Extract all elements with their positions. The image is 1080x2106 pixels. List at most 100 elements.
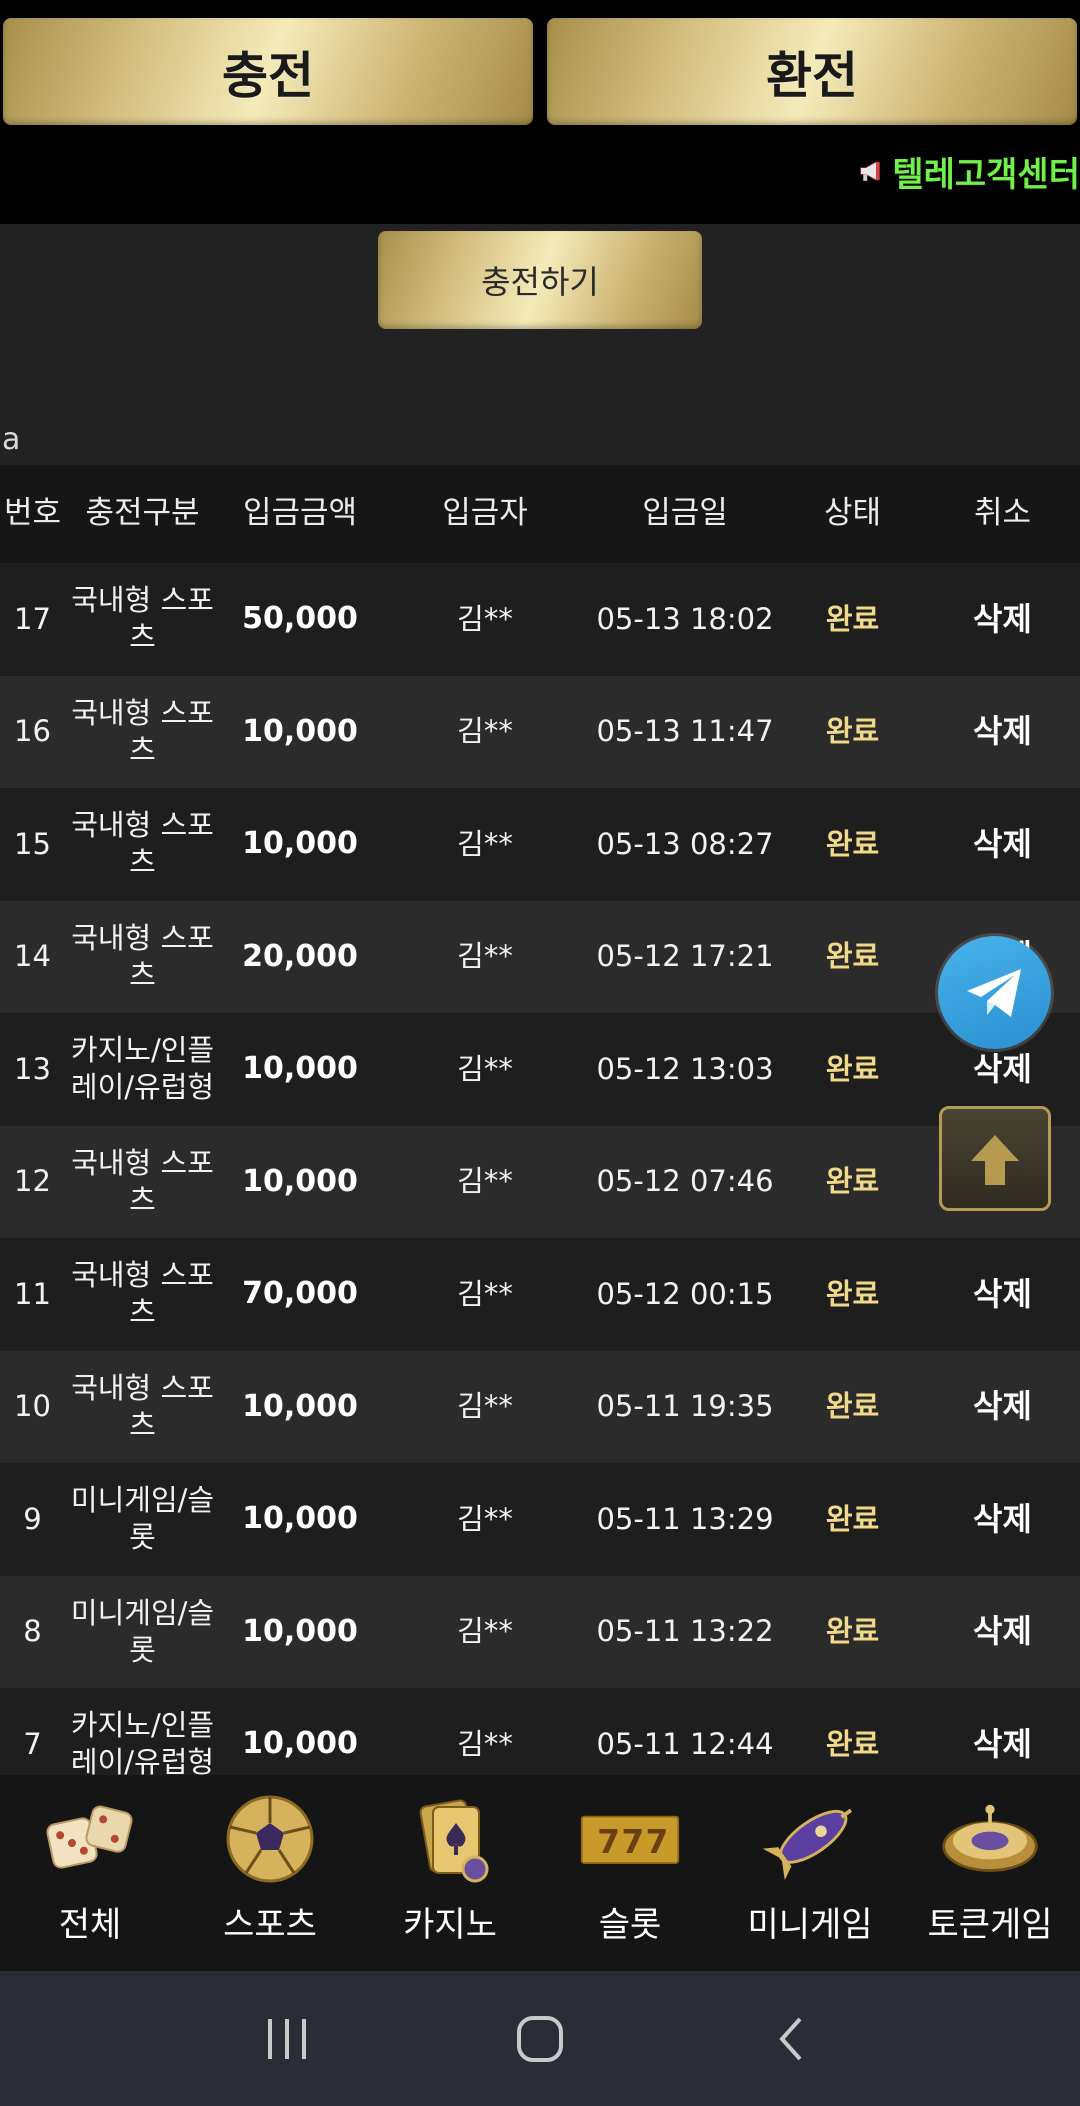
row-amount: 10,000 bbox=[242, 1726, 358, 1762]
charge-tab-label: 충전 bbox=[222, 46, 314, 105]
row-number: 14 bbox=[14, 939, 51, 974]
row-amount: 10,000 bbox=[242, 1163, 358, 1199]
row-amount: 10,000 bbox=[242, 826, 358, 862]
slot-777-icon: 7 7 7 bbox=[580, 1789, 680, 1889]
rocket-icon bbox=[760, 1789, 860, 1889]
column-header-cancel: 취소 bbox=[973, 495, 1032, 532]
row-amount: 10,000 bbox=[242, 1388, 358, 1424]
recent-apps-button[interactable] bbox=[237, 1999, 337, 2079]
row-number: 11 bbox=[14, 1276, 51, 1311]
row-status-badge: 완료 bbox=[825, 1051, 880, 1086]
row-amount: 10,000 bbox=[242, 1613, 358, 1649]
row-charge-type: 미니게임/슬롯 bbox=[70, 1483, 215, 1555]
column-header-status: 상태 bbox=[823, 495, 882, 532]
table-row: 14국내형 스포츠20,000김**05-12 17:21완료삭제 bbox=[0, 900, 1080, 1013]
row-delete-button[interactable]: 삭제 bbox=[925, 1049, 1080, 1090]
row-status-badge: 완료 bbox=[825, 1726, 880, 1761]
row-delete-button[interactable]: 삭제 bbox=[925, 1724, 1080, 1765]
row-status-badge: 완료 bbox=[825, 1501, 880, 1536]
row-date: 05-11 13:29 bbox=[596, 1501, 774, 1536]
row-date: 05-11 13:22 bbox=[596, 1614, 774, 1649]
row-depositor: 김** bbox=[457, 1051, 513, 1086]
row-charge-type: 국내형 스포츠 bbox=[71, 583, 214, 655]
row-depositor: 김** bbox=[457, 714, 513, 749]
table-row: 13 카지노/인플레이/유럽형 10,000 김** 05-12 13:03 완료 삭제 bbox=[0, 1013, 1080, 1126]
table-row: 9 미니게임/슬롯 10,000 김** 05-11 13:29 완료 삭제 bbox=[0, 1463, 1080, 1576]
row-charge-type: 국내형 스포츠 bbox=[71, 1258, 214, 1330]
nav-item-slot[interactable]: 7 7 7 슬롯 bbox=[540, 1775, 720, 1971]
row-number: 15 bbox=[14, 826, 51, 861]
nav-item-all[interactable]: 전체 bbox=[0, 1775, 180, 1971]
row-depositor: 김** bbox=[457, 1164, 513, 1199]
nav-label-sports: 스포츠 bbox=[223, 1905, 317, 1945]
row-date: 05-13 11:47 bbox=[596, 714, 774, 749]
row-delete-button[interactable]: 삭제 bbox=[925, 1274, 1080, 1315]
row-date: 05-11 12:44 bbox=[596, 1726, 774, 1761]
exchange-tab-button[interactable]: 환전 bbox=[547, 18, 1077, 125]
column-header-date: 입금일 bbox=[642, 495, 728, 532]
table-row: 17 국내형 스포츠 50,000 김** 05-13 18:02 완료 삭제 bbox=[0, 563, 1080, 676]
megaphone-icon bbox=[860, 161, 880, 181]
row-date: 05-11 19:35 bbox=[596, 1389, 774, 1424]
home-button[interactable] bbox=[490, 1999, 590, 2079]
column-header-number: 번호 bbox=[3, 495, 62, 532]
system-nav-bar bbox=[0, 1971, 1080, 2106]
table-row: 10 국내형 스포츠 10,000 김** 05-11 19:35 완료 삭제 bbox=[0, 1350, 1080, 1463]
row-number: 13 bbox=[14, 1051, 51, 1086]
row-status-badge: 완료 bbox=[825, 939, 880, 974]
home-icon bbox=[516, 2015, 563, 2062]
nav-item-token-game[interactable]: 토큰게임 bbox=[900, 1775, 1080, 1971]
row-delete-button[interactable]: 삭제 bbox=[925, 711, 1080, 752]
row-charge-type: 국내형 스포츠 bbox=[71, 808, 214, 880]
row-charge-type: 국내형 스포츠 bbox=[71, 1145, 214, 1217]
telegram-button[interactable] bbox=[938, 936, 1051, 1049]
row-delete-button[interactable]: 삭제 bbox=[925, 599, 1080, 640]
column-header-type: 충전구분 bbox=[85, 495, 200, 532]
row-delete-button[interactable]: 삭제 bbox=[925, 824, 1080, 865]
exchange-tab-label: 환전 bbox=[766, 46, 858, 105]
nav-item-minigame[interactable]: 미니게임 bbox=[720, 1775, 900, 1971]
row-charge-type: 카지노/인플레이/유럽형 bbox=[70, 1033, 215, 1105]
scroll-to-top-button[interactable] bbox=[939, 1106, 1051, 1211]
notice-marquee[interactable]: 텔레고객센터 bbox=[858, 146, 1080, 196]
table-row: 12국내형 스포츠10,000김**05-12 07:46완료삭제 bbox=[0, 1125, 1080, 1238]
row-depositor: 김** bbox=[457, 1389, 513, 1424]
row-number: 10 bbox=[14, 1389, 51, 1424]
row-delete-button[interactable]: 삭제 bbox=[925, 1386, 1080, 1427]
column-header-depositor: 입금자 bbox=[442, 495, 528, 532]
row-depositor: 김** bbox=[457, 1614, 513, 1649]
dice-icon bbox=[40, 1789, 140, 1889]
row-amount: 50,000 bbox=[242, 601, 358, 637]
recent-apps-icon bbox=[267, 2018, 306, 2059]
note-text: a bbox=[2, 422, 21, 457]
charge-submit-button[interactable]: 충전하기 bbox=[378, 231, 702, 329]
table-row: 15 국내형 스포츠 10,000 김** 05-13 08:27 완료 삭제 bbox=[0, 788, 1080, 901]
row-status-badge: 완료 bbox=[825, 1276, 880, 1311]
nav-item-casino[interactable]: 카지노 bbox=[360, 1775, 540, 1971]
row-number: 16 bbox=[14, 714, 51, 749]
table-row: 8 미니게임/슬롯 10,000 김** 05-11 13:22 완료 삭제 bbox=[0, 1575, 1080, 1688]
bottom-game-nav: 전체 스포츠 카지노 7 7 7 슬롯 미니게임 토큰게임 bbox=[0, 1775, 1080, 1971]
nav-label-slot: 슬롯 bbox=[598, 1905, 662, 1945]
charge-tab-button[interactable]: 충전 bbox=[3, 18, 533, 125]
row-number: 8 bbox=[23, 1614, 42, 1649]
row-date: 05-13 08:27 bbox=[596, 826, 774, 861]
row-depositor: 김** bbox=[457, 601, 513, 636]
row-depositor: 김** bbox=[457, 1726, 513, 1761]
nav-label-all: 전체 bbox=[58, 1905, 122, 1945]
row-charge-type: 국내형 스포츠 bbox=[71, 1370, 214, 1442]
deposit-history-table: 번호 충전구분 입금금액 입금자 입금일 상태 취소 17 국내형 스포츠 50,0… bbox=[0, 465, 1080, 1801]
row-status-badge: 완료 bbox=[825, 1389, 880, 1424]
row-charge-type: 미니게임/슬롯 bbox=[70, 1595, 215, 1667]
row-date: 05-12 07:46 bbox=[596, 1164, 774, 1199]
row-status-badge: 완료 bbox=[825, 601, 880, 636]
row-delete-button[interactable]: 삭제 bbox=[925, 1499, 1080, 1540]
row-delete-button[interactable]: 삭제 bbox=[925, 1611, 1080, 1652]
row-status-badge: 완료 bbox=[825, 826, 880, 861]
back-button[interactable] bbox=[743, 1999, 843, 2079]
row-amount: 10,000 bbox=[242, 1501, 358, 1537]
nav-label-casino: 카지노 bbox=[403, 1905, 497, 1945]
nav-item-sports[interactable]: 스포츠 bbox=[180, 1775, 360, 1971]
row-number: 7 bbox=[23, 1726, 42, 1761]
playing-cards-icon bbox=[400, 1789, 500, 1889]
